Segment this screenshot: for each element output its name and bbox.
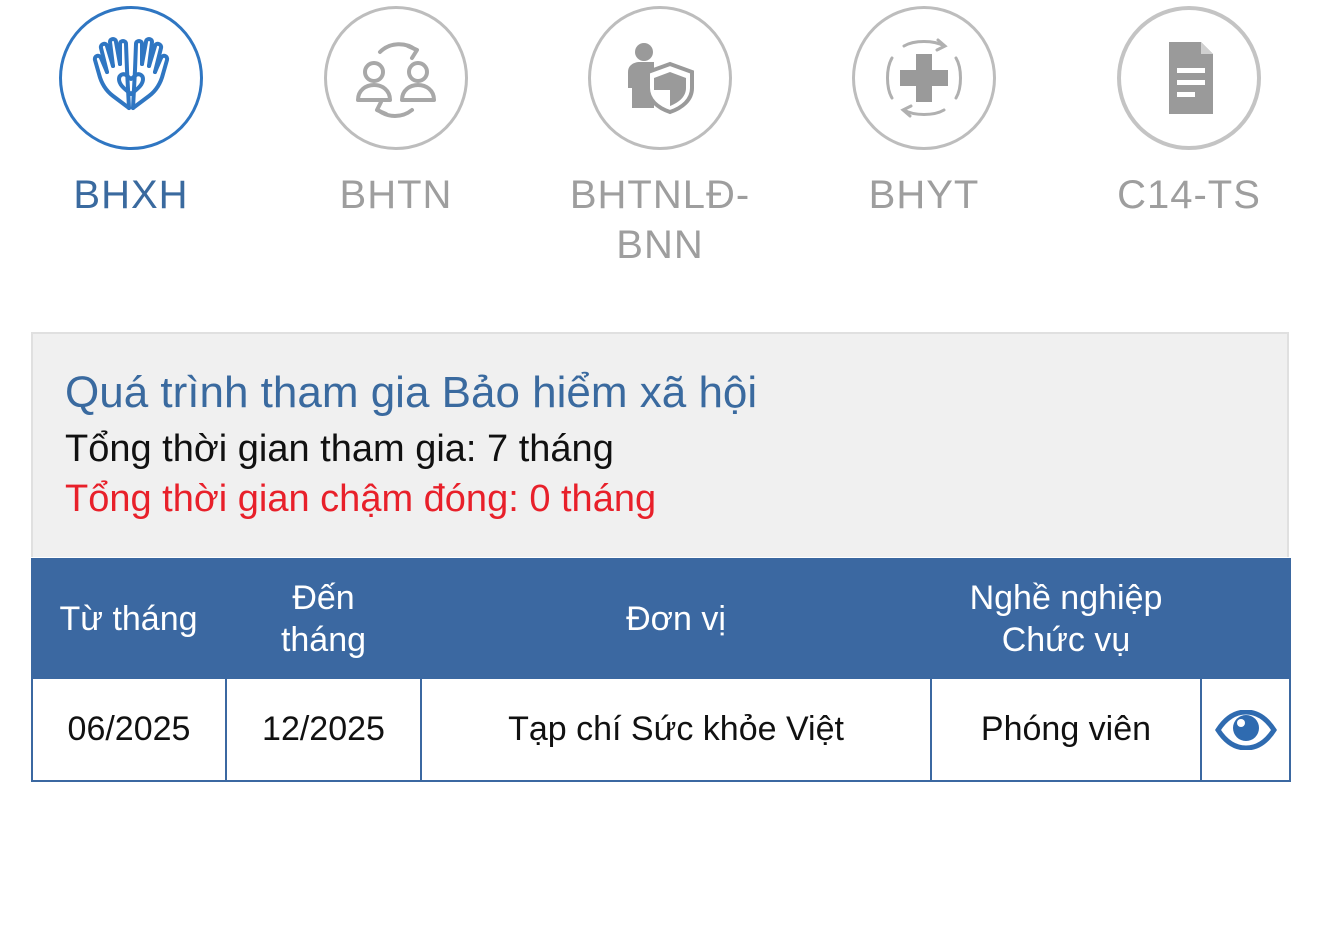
header-job-line2: Chức vụ (1001, 620, 1131, 659)
tab-label: BHXH (73, 173, 189, 217)
participation-summary: Quá trình tham gia Bảo hiểm xã hội Tổng … (31, 332, 1289, 557)
hands-heart-icon (92, 37, 170, 110)
tab-bhtnld-bnn-circle (588, 6, 732, 150)
header-unit-label: Đơn vị (626, 599, 726, 638)
header-from-month: Từ tháng (31, 558, 226, 679)
participation-table: Từ tháng Đến tháng Đơn vị Nghề nghiệp Ch… (31, 558, 1291, 782)
header-job: Nghề nghiệp Chức vụ (931, 558, 1201, 679)
header-unit: Đơn vị (421, 558, 931, 679)
insurance-tab-bar: BHXH BHTN BHTNLĐ-BNN BHYT C14-TS (0, 0, 1320, 300)
header-to-month: Đến tháng (226, 558, 421, 679)
summary-title: Quá trình tham gia Bảo hiểm xã hội (65, 368, 758, 417)
header-to-month-line2: tháng (280, 620, 367, 659)
tab-bhtn[interactable]: BHTN (281, 6, 511, 220)
header-from-month-label: Từ tháng (59, 599, 198, 638)
tab-bhyt-circle (852, 6, 996, 150)
tab-label: BHTNLĐ-BNN (569, 173, 751, 267)
header-job-line1: Nghề nghiệp (969, 578, 1163, 617)
total-participation-time: Tổng thời gian tham gia: 7 tháng (65, 428, 614, 470)
tab-label: BHYT (868, 173, 980, 217)
medical-cross-icon (886, 38, 962, 118)
tab-bhxh-circle (59, 6, 203, 150)
cell-from-month: 06/2025 (33, 679, 227, 780)
eye-icon (1214, 709, 1277, 750)
table-row[interactable]: 06/2025 12/2025 Tạp chí Sức khỏe Việt Ph… (31, 679, 1291, 782)
total-late-payment-time: Tổng thời gian chậm đóng: 0 tháng (65, 478, 657, 520)
tab-c14-ts[interactable]: C14-TS (1074, 6, 1304, 220)
cell-to-month: 12/2025 (227, 679, 422, 780)
tab-bhyt[interactable]: BHYT (809, 6, 1039, 220)
tab-label: BHTN (339, 173, 453, 217)
tab-bhtn-circle (324, 6, 468, 150)
table-header: Từ tháng Đến tháng Đơn vị Nghề nghiệp Ch… (31, 558, 1291, 679)
cell-job: Phóng viên (932, 679, 1202, 780)
people-exchange-icon (356, 42, 436, 118)
tab-bhtnld-bnn[interactable]: BHTNLĐ-BNN (545, 6, 775, 270)
header-to-month-line1: Đến (292, 578, 355, 617)
worker-shield-icon (628, 43, 694, 115)
tab-bhxh[interactable]: BHXH (16, 6, 246, 220)
cell-unit: Tạp chí Sức khỏe Việt (422, 679, 932, 780)
view-detail-button[interactable] (1202, 679, 1289, 780)
tab-label: C14-TS (1117, 173, 1261, 217)
document-icon (1169, 42, 1213, 114)
tab-c14-ts-circle (1117, 6, 1261, 150)
